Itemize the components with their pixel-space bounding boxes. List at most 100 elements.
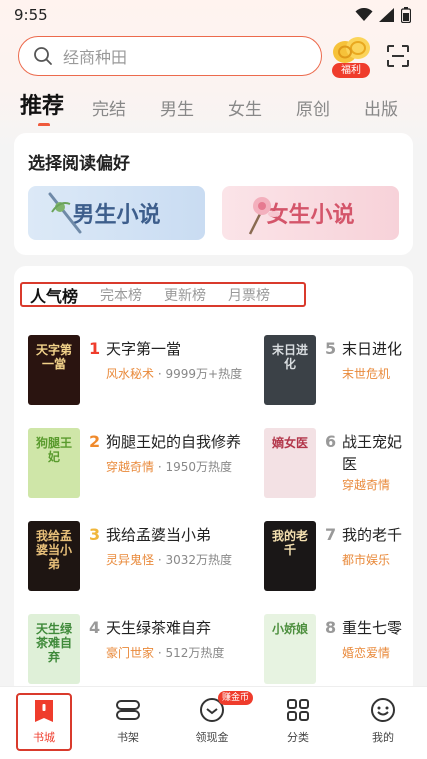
book-title: 重生七零 (342, 619, 403, 637)
nav-category[interactable]: 分类 (268, 695, 328, 745)
book-cover: 嫡女医 (264, 428, 316, 498)
book-cover: 天生绿茶难自弃 (28, 614, 80, 684)
bookshelf-icon (116, 700, 140, 720)
search-icon (34, 47, 52, 65)
nav-label: 我的 (372, 731, 394, 744)
rank-number: 5 (325, 339, 337, 358)
search-row: 经商种田 福利 (18, 34, 413, 78)
battery-icon (401, 7, 411, 23)
search-placeholder: 经商种田 (63, 48, 128, 67)
book-title: 天字第一當 (106, 340, 182, 358)
rank-number: 3 (89, 525, 101, 544)
tab-original[interactable]: 原创 (296, 95, 330, 126)
book-item[interactable]: 我的老千 7 我的老千 都市娱乐 (264, 521, 413, 593)
book-title: 末日进化 (342, 340, 403, 358)
cover-text: 我给孟婆当小弟 (35, 529, 72, 571)
nav-label: 书架 (117, 731, 139, 744)
signal-icon (379, 8, 394, 22)
nav-label: 分类 (287, 731, 309, 744)
cover-text: 天生绿茶难自弃 (35, 622, 72, 664)
book-category: 都市娱乐 (342, 553, 391, 567)
rank-tab-updated[interactable]: 更新榜 (164, 285, 206, 305)
welfare-badge: 福利 (332, 63, 370, 78)
book-cover: 小娇娘 (264, 614, 316, 684)
tab-female[interactable]: 女生 (228, 95, 262, 126)
cover-text: 嫡女医 (271, 436, 308, 450)
male-novel-button[interactable]: 男生小说 (28, 186, 205, 240)
book-item[interactable]: 我给孟婆当小弟 3 我给孟婆当小弟 灵异鬼怪 · 3032万热度 (28, 521, 258, 593)
status-time: 9:55 (14, 6, 48, 24)
book-item[interactable]: 天字第一當 1 天字第一當 风水秘术 · 9999万+热度 (28, 335, 258, 407)
book-category: 穿越奇情 (342, 478, 391, 492)
book-title: 狗腿王妃的自我修养 (106, 433, 242, 451)
rank-tab-monthly[interactable]: 月票榜 (228, 285, 270, 305)
book-heat: 3032万热度 (165, 553, 233, 567)
cash-badge: 赚金币 (218, 691, 254, 705)
welfare-button[interactable]: 福利 (331, 34, 373, 78)
flower-icon (248, 197, 280, 235)
book-cover: 我的老千 (264, 521, 316, 591)
book-meta: 婚恋爱情 (342, 644, 390, 661)
book-item[interactable]: 小娇娘 8 重生七零 婚恋爱情 (264, 614, 413, 686)
book-meta: 灵异鬼怪 · 3032万热度 (106, 553, 233, 567)
rank-tab-popular[interactable]: 人气榜 (30, 283, 78, 307)
tab-male[interactable]: 男生 (160, 95, 194, 126)
book-category: 末世危机 (342, 367, 391, 381)
book-title: 天生绿茶难自弃 (106, 619, 212, 637)
book-meta: 风水秘术 · 9999万+热度 (106, 367, 243, 381)
nav-bookshelf[interactable]: 书架 (98, 695, 158, 745)
status-icons (355, 7, 411, 23)
book-cover: 天字第一當 (28, 335, 80, 405)
tab-recommend[interactable]: 推荐 (20, 88, 64, 126)
cover-text: 天字第一當 (35, 343, 72, 371)
book-title: 战王宠妃医 (342, 433, 403, 473)
cover-text: 狗腿王妃 (35, 436, 72, 464)
nav-profile[interactable]: 我的 (353, 695, 413, 745)
book-category: 穿越奇情 (106, 460, 155, 474)
nav-label: 书城 (33, 731, 55, 744)
category-tabs: 推荐 完结 男生 女生 原创 出版 (20, 86, 427, 126)
bottom-nav: 书城 书架 赚金币 领现金 分类 我的 (0, 686, 427, 759)
book-meta: 穿越奇情 (342, 476, 390, 493)
rank-number: 4 (89, 618, 101, 637)
rank-number: 1 (89, 339, 101, 358)
book-cover: 狗腿王妃 (28, 428, 80, 498)
book-heat: 9999万+热度 (165, 367, 243, 381)
nav-cash[interactable]: 赚金币 领现金 (182, 691, 254, 745)
book-heat: 1950万热度 (165, 460, 233, 474)
status-bar: 9:55 (0, 0, 427, 30)
book-category: 婚恋爱情 (342, 646, 391, 660)
book-item[interactable]: 末日进化 5 末日进化 末世危机 (264, 335, 413, 407)
rank-number: 2 (89, 432, 101, 451)
book-item[interactable]: 天生绿茶难自弃 4 天生绿茶难自弃 豪门世家 · 512万热度 (28, 614, 258, 686)
book-item[interactable]: 狗腿王妃 2 狗腿王妃的自我修养 穿越奇情 · 1950万热度 (28, 428, 258, 500)
tab-completed[interactable]: 完结 (92, 95, 126, 126)
grid-icon (287, 699, 309, 721)
book-meta: 豪门世家 · 512万热度 (106, 646, 225, 660)
book-item[interactable]: 嫡女医 6 战王宠妃医 穿越奇情 (264, 428, 413, 500)
search-input[interactable]: 经商种田 (18, 36, 322, 76)
scan-icon[interactable] (386, 44, 410, 68)
preference-title: 选择阅读偏好 (28, 154, 130, 174)
tab-published[interactable]: 出版 (364, 95, 398, 126)
female-novel-button[interactable]: 女生小说 (222, 186, 399, 240)
nav-label: 领现金 (195, 731, 229, 744)
ranking-tabs: 人气榜 完本榜 更新榜 月票榜 (20, 282, 306, 307)
book-title: 我给孟婆当小弟 (106, 526, 212, 544)
book-cover: 我给孟婆当小弟 (28, 521, 80, 591)
rank-tab-completed[interactable]: 完本榜 (100, 285, 142, 305)
wifi-icon (355, 8, 373, 21)
cover-text: 小娇娘 (271, 622, 308, 636)
ranking-card: 人气榜 完本榜 更新榜 月票榜 天字第一當 1 天字第一當 风水秘术 · 999… (14, 266, 413, 696)
book-meta: 都市娱乐 (342, 551, 390, 568)
cover-text: 我的老千 (271, 529, 308, 557)
book-meta: 末世危机 (342, 365, 390, 382)
book-meta: 穿越奇情 · 1950万热度 (106, 460, 233, 474)
bookstore-icon (35, 700, 53, 722)
book-category: 灵异鬼怪 (106, 553, 155, 567)
sword-icon (48, 192, 82, 234)
rank-number: 8 (325, 618, 337, 637)
nav-bookstore[interactable]: 书城 (14, 695, 74, 745)
book-category: 豪门世家 (106, 646, 155, 660)
book-category: 风水秘术 (106, 367, 155, 381)
